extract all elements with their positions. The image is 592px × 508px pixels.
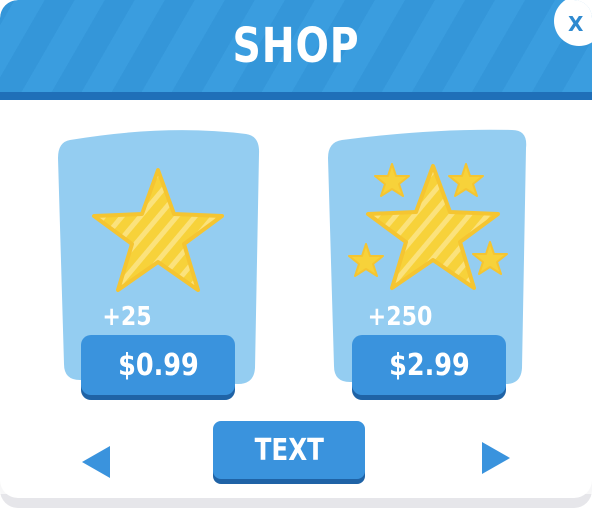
star-cluster-icon (348, 163, 508, 290)
text-button-label: TEXT (254, 432, 324, 468)
single-star-icon (92, 168, 224, 292)
text-button[interactable]: TEXT (213, 421, 365, 479)
buy-button[interactable]: $0.99 (81, 335, 235, 395)
arrow-right-icon[interactable] (480, 440, 512, 476)
close-icon: X (568, 12, 584, 36)
item-amount: +25 (102, 302, 152, 332)
buy-button[interactable]: $2.99 (352, 335, 506, 395)
header-shadow (0, 92, 592, 100)
price-label: $0.99 (117, 347, 199, 383)
item-amount: +250 (367, 302, 433, 332)
shop-panel: SHOP X +25 $0.99 +250 $2.99 TEXT (0, 0, 592, 508)
price-label: $2.99 (388, 347, 470, 383)
page-title: SHOP (232, 18, 360, 74)
arrow-left-icon[interactable] (80, 444, 112, 480)
